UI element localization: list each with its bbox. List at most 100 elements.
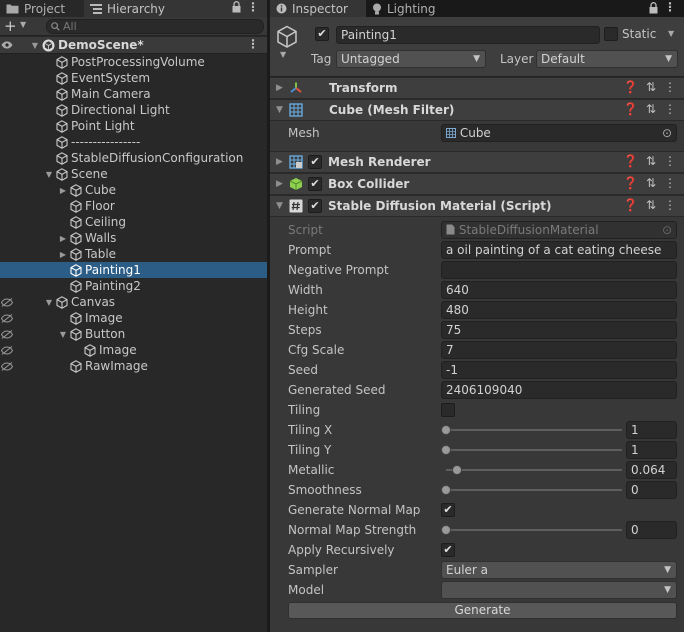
scene-more-options-icon[interactable]: ⋮	[247, 37, 259, 51]
mesh-renderer-more-icon[interactable]: ⋮	[664, 154, 676, 168]
tiling-y-slider-handle[interactable]	[441, 445, 451, 455]
model-dropdown[interactable]: ▼	[441, 581, 677, 599]
hierarchy-item[interactable]: Floor	[0, 198, 267, 214]
smoothness-input[interactable]: 0	[626, 481, 677, 499]
hierarchy-item[interactable]: ▶ Walls	[0, 230, 267, 246]
tiling-y-slider-track[interactable]	[446, 449, 622, 451]
tiling-y-input[interactable]: 1	[626, 441, 677, 459]
mesh-renderer-enabled-checkbox[interactable]: ✔	[308, 155, 322, 169]
tag-dropdown[interactable]: Untagged ▼	[336, 50, 486, 68]
apply-recursively-checkbox[interactable]: ✔	[441, 543, 455, 557]
sd-material-enabled-checkbox[interactable]: ✔	[308, 199, 322, 213]
tiling-checkbox[interactable]	[441, 403, 455, 417]
hierarchy-item[interactable]: Painting2	[0, 278, 267, 294]
hidden-eye-icon[interactable]	[0, 294, 13, 310]
hidden-eye-icon[interactable]	[0, 310, 13, 326]
hierarchy-item[interactable]: ▼ Button	[0, 326, 267, 342]
tiling-x-slider-handle[interactable]	[441, 425, 451, 435]
icon-dropdown-arrow-icon[interactable]: ▼	[280, 50, 286, 59]
hierarchy-item[interactable]: ▼ Scene	[0, 166, 267, 182]
prompt-input[interactable]: a oil painting of a cat eating cheese	[441, 241, 677, 259]
steps-input[interactable]: 75	[441, 321, 677, 339]
box-collider-presets-icon[interactable]: ⇅	[646, 176, 656, 190]
hierarchy-item[interactable]: ▶ Cube	[0, 182, 267, 198]
hierarchy-item[interactable]: ----------------	[0, 134, 267, 150]
mesh-filter-expand-arrow-icon[interactable]: ▼	[276, 105, 283, 115]
component-box-collider-header[interactable]: ▶ ✔ Box Collider ❓ ⇅ ⋮	[270, 173, 684, 195]
scene-visibility-icon[interactable]	[0, 37, 13, 53]
hierarchy-search-input[interactable]: All	[46, 19, 264, 34]
create-dropdown-arrow-icon[interactable]: ▼	[20, 20, 26, 29]
hierarchy-item[interactable]: ▼ Canvas	[0, 294, 267, 310]
hidden-eye-icon[interactable]	[0, 326, 13, 342]
hierarchy-item[interactable]: Point Light	[0, 118, 267, 134]
mesh-object-field[interactable]: Cube ⊙	[441, 124, 677, 142]
hierarchy-item[interactable]: RawImage	[0, 358, 267, 374]
generate-normal-map-checkbox[interactable]: ✔	[441, 503, 455, 517]
hierarchy-item[interactable]: EventSystem	[0, 70, 267, 86]
hierarchy-item[interactable]: Main Camera	[0, 86, 267, 102]
sd-material-more-icon[interactable]: ⋮	[664, 198, 676, 212]
tab-hierarchy[interactable]: Hierarchy ⋮	[84, 0, 267, 17]
scene-collapse-arrow-icon[interactable]: ▼	[30, 37, 40, 53]
expand-arrow-icon[interactable]: ▶	[58, 230, 68, 246]
hierarchy-item[interactable]: StableDiffusionConfiguration	[0, 150, 267, 166]
smoothness-slider-handle[interactable]	[441, 485, 451, 495]
hierarchy-item[interactable]: ▶ Table	[0, 246, 267, 262]
mesh-renderer-presets-icon[interactable]: ⇅	[646, 154, 656, 168]
box-collider-enabled-checkbox[interactable]: ✔	[308, 177, 322, 191]
transform-presets-icon[interactable]: ⇅	[646, 80, 656, 94]
generated-seed-input[interactable]: 2406109040	[441, 381, 677, 399]
collapse-arrow-icon[interactable]: ▼	[58, 326, 68, 342]
hierarchy-item[interactable]: Image	[0, 342, 267, 358]
box-collider-help-icon[interactable]: ❓	[623, 176, 638, 190]
width-input[interactable]: 640	[441, 281, 677, 299]
create-plus-icon[interactable]: +	[4, 17, 17, 35]
tiling-x-slider-track[interactable]	[446, 429, 622, 431]
box-collider-expand-arrow-icon[interactable]: ▶	[276, 179, 283, 189]
sd-material-help-icon[interactable]: ❓	[623, 198, 638, 212]
hierarchy-item[interactable]: Painting1	[0, 262, 267, 278]
box-collider-more-icon[interactable]: ⋮	[664, 176, 676, 190]
sampler-dropdown[interactable]: Euler a ▼	[441, 561, 677, 579]
height-input[interactable]: 480	[441, 301, 677, 319]
tab-project[interactable]: Project	[0, 0, 84, 17]
tiling-x-input[interactable]: 1	[626, 421, 677, 439]
tab-inspector[interactable]: Inspector	[270, 0, 366, 17]
tab-lighting[interactable]: Lighting	[366, 0, 452, 17]
mesh-filter-presets-icon[interactable]: ⇅	[646, 102, 656, 116]
generate-button[interactable]: Generate	[288, 602, 677, 619]
negative-prompt-input[interactable]	[441, 261, 677, 279]
hidden-eye-icon[interactable]	[0, 358, 13, 374]
static-dropdown-arrow-icon[interactable]: ▼	[668, 29, 674, 38]
object-active-checkbox[interactable]: ✔	[315, 27, 329, 41]
scene-row[interactable]: ▼ DemoScene* ⋮	[0, 37, 267, 54]
transform-expand-arrow-icon[interactable]: ▶	[276, 83, 283, 93]
expand-arrow-icon[interactable]: ▶	[58, 246, 68, 262]
seed-input[interactable]: -1	[441, 361, 677, 379]
component-sd-material-header[interactable]: ▼ ✔ Stable Diffusion Material (Script) ❓…	[270, 195, 684, 217]
lock-icon[interactable]	[232, 1, 241, 13]
metallic-slider-track[interactable]	[446, 469, 622, 471]
collapse-arrow-icon[interactable]: ▼	[44, 294, 54, 310]
more-options-icon[interactable]: ⋮	[247, 0, 259, 14]
metallic-input[interactable]: 0.064	[626, 461, 677, 479]
component-mesh-filter-header[interactable]: ▼ Cube (Mesh Filter) ❓ ⇅ ⋮	[270, 99, 684, 121]
hierarchy-item[interactable]: Ceiling	[0, 214, 267, 230]
mesh-renderer-expand-arrow-icon[interactable]: ▶	[276, 157, 283, 167]
component-transform-header[interactable]: ▶ Transform ❓ ⇅ ⋮	[270, 77, 684, 99]
normal-strength-input[interactable]: 0	[626, 521, 677, 539]
hidden-eye-icon[interactable]	[0, 342, 13, 358]
object-name-input[interactable]: Painting1	[336, 26, 600, 44]
inspector-more-options-icon[interactable]: ⋮	[664, 0, 676, 14]
expand-arrow-icon[interactable]: ▶	[58, 182, 68, 198]
metallic-slider-handle[interactable]	[452, 465, 463, 475]
hierarchy-item[interactable]: Image	[0, 310, 267, 326]
mesh-filter-more-icon[interactable]: ⋮	[664, 102, 676, 116]
transform-more-icon[interactable]: ⋮	[664, 80, 676, 94]
transform-help-icon[interactable]: ❓	[623, 80, 638, 94]
component-mesh-renderer-header[interactable]: ▶ ✔ Mesh Renderer ❓ ⇅ ⋮	[270, 151, 684, 173]
hierarchy-item[interactable]: Directional Light	[0, 102, 267, 118]
mesh-renderer-help-icon[interactable]: ❓	[623, 154, 638, 168]
normal-strength-slider-track[interactable]	[446, 529, 622, 531]
